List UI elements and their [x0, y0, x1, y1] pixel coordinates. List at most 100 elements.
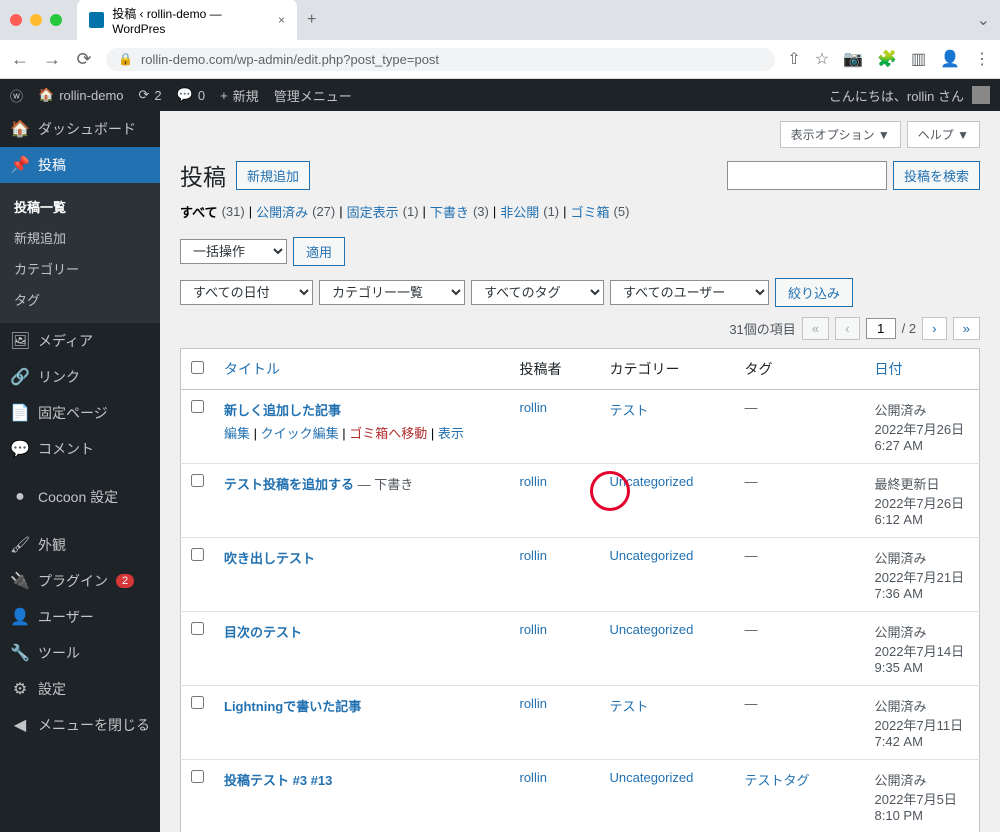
extensions-icon[interactable]: 🧩 — [877, 49, 897, 69]
new-tab-button[interactable]: + — [307, 11, 316, 29]
post-title-link[interactable]: 新しく追加した記事 — [224, 403, 341, 418]
first-page-button[interactable]: « — [802, 317, 829, 340]
sidebar-collapse[interactable]: ◀メニューを閉じる — [0, 707, 160, 743]
category-link[interactable]: テスト — [610, 403, 649, 418]
current-page-input[interactable] — [866, 318, 896, 339]
author-link[interactable]: rollin — [520, 400, 547, 415]
sidebar-item-users[interactable]: 👤ユーザー — [0, 599, 160, 635]
prev-page-button[interactable]: ‹ — [835, 317, 859, 340]
bulk-action-select[interactable]: 一括操作 — [180, 239, 287, 264]
site-link[interactable]: 🏠 rollin-demo — [38, 87, 124, 103]
sidebar-item-appearance[interactable]: 🖌外観 — [0, 527, 160, 563]
row-checkbox[interactable] — [191, 622, 204, 635]
row-checkbox[interactable] — [191, 696, 204, 709]
column-date[interactable]: 日付 — [865, 349, 980, 390]
sidebar-item-comments[interactable]: 💬コメント — [0, 431, 160, 467]
post-title-link[interactable]: Lightningで書いた記事 — [224, 699, 361, 714]
reload-button[interactable]: ⟳ — [74, 49, 94, 70]
panel-icon[interactable]: ▥ — [911, 49, 926, 69]
next-page-button[interactable]: › — [922, 317, 946, 340]
author-link[interactable]: rollin — [520, 770, 547, 785]
table-row: 新しく追加した記事編集 | クイック編集 | ゴミ箱へ移動 | 表示rollin… — [181, 390, 980, 464]
updates-link[interactable]: ⟳ 2 — [139, 87, 162, 103]
sidebar-sub-posts-list[interactable]: 投稿一覧 — [0, 191, 160, 222]
star-icon[interactable]: ☆ — [815, 49, 829, 69]
post-title-link[interactable]: 目次のテスト — [224, 625, 302, 640]
post-title-link[interactable]: 投稿テスト #3 #13 — [224, 773, 332, 788]
row-checkbox[interactable] — [191, 548, 204, 561]
sidebar-item-plugins[interactable]: 🔌プラグイン 2 — [0, 563, 160, 599]
forward-button[interactable]: → — [42, 49, 62, 70]
tabs-dropdown-icon[interactable]: ⌄ — [977, 10, 990, 30]
search-button[interactable]: 投稿を検索 — [893, 161, 980, 190]
wp-logo-icon[interactable]: ⓦ — [10, 86, 23, 105]
new-content-link[interactable]: + 新規 — [220, 86, 259, 105]
close-tab-icon[interactable]: × — [278, 13, 285, 27]
row-checkbox[interactable] — [191, 474, 204, 487]
back-button[interactable]: ← — [10, 49, 30, 70]
category-link[interactable]: Uncategorized — [610, 548, 694, 563]
profile-icon[interactable]: 👤 — [940, 49, 960, 69]
maximize-window-button[interactable] — [50, 14, 62, 26]
author-link[interactable]: rollin — [520, 696, 547, 711]
close-window-button[interactable] — [10, 14, 22, 26]
select-all-checkbox[interactable] — [191, 361, 204, 374]
filter-draft[interactable]: 下書き — [430, 202, 469, 221]
sidebar-sub-categories[interactable]: カテゴリー — [0, 253, 160, 284]
sidebar-item-dashboard[interactable]: 🏠ダッシュボード — [0, 111, 160, 147]
category-link[interactable]: Uncategorized — [610, 622, 694, 637]
tag-filter-select[interactable]: すべてのタグ — [471, 280, 604, 305]
category-link[interactable]: Uncategorized — [610, 474, 694, 489]
filter-trash[interactable]: ゴミ箱 — [571, 202, 610, 221]
apply-button[interactable]: 適用 — [293, 237, 345, 266]
filter-published[interactable]: 公開済み — [256, 202, 308, 221]
category-filter-select[interactable]: カテゴリー一覧 — [319, 280, 465, 305]
screen-options-button[interactable]: 表示オプション ▼ — [780, 121, 901, 148]
sidebar-item-cocoon[interactable]: ●Cocoon 設定 — [0, 479, 160, 515]
filter-private[interactable]: 非公開 — [500, 202, 539, 221]
quick-edit-link[interactable]: クイック編集 — [261, 426, 339, 441]
sidebar-item-tools[interactable]: 🔧ツール — [0, 635, 160, 671]
sidebar-item-links[interactable]: 🔗リンク — [0, 359, 160, 395]
view-link[interactable]: 表示 — [438, 426, 464, 441]
last-page-button[interactable]: » — [953, 317, 980, 340]
date-filter-select[interactable]: すべての日付 — [180, 280, 313, 305]
tag-link[interactable]: テストタグ — [745, 773, 810, 788]
author-link[interactable]: rollin — [520, 548, 547, 563]
post-title-link[interactable]: テスト投稿を追加する — [224, 477, 354, 492]
column-title[interactable]: タイトル — [214, 349, 510, 390]
camera-icon[interactable]: 📷 — [843, 49, 863, 69]
sidebar-item-pages[interactable]: 📄固定ページ — [0, 395, 160, 431]
sidebar-item-settings[interactable]: ⚙設定 — [0, 671, 160, 707]
browser-tab[interactable]: 投稿 ‹ rollin-demo — WordPres × — [77, 0, 297, 42]
filter-all[interactable]: すべて — [180, 202, 218, 221]
add-new-button[interactable]: 新規追加 — [236, 161, 310, 190]
greeting-text[interactable]: こんにちは、rollin さん — [829, 86, 964, 105]
sidebar-item-posts[interactable]: 📌投稿 — [0, 147, 160, 183]
row-checkbox[interactable] — [191, 400, 204, 413]
filter-sticky[interactable]: 固定表示 — [347, 202, 399, 221]
sidebar-sub-posts-add[interactable]: 新規追加 — [0, 222, 160, 253]
avatar-icon[interactable] — [972, 86, 990, 104]
category-link[interactable]: テスト — [610, 699, 649, 714]
table-row: 投稿テスト #3 #13rollinUncategorizedテストタグ公開済み… — [181, 760, 980, 832]
edit-link[interactable]: 編集 — [224, 426, 250, 441]
help-button[interactable]: ヘルプ ▼ — [907, 121, 980, 148]
search-input[interactable] — [727, 161, 887, 190]
category-link[interactable]: Uncategorized — [610, 770, 694, 785]
author-link[interactable]: rollin — [520, 622, 547, 637]
admin-menu-link[interactable]: 管理メニュー — [274, 86, 352, 105]
address-bar[interactable]: 🔒 rollin-demo.com/wp-admin/edit.php?post… — [106, 48, 775, 71]
sidebar-sub-tags[interactable]: タグ — [0, 284, 160, 315]
user-filter-select[interactable]: すべてのユーザー — [610, 280, 769, 305]
post-title-link[interactable]: 吹き出しテスト — [224, 551, 315, 566]
share-icon[interactable]: ⇧ — [787, 49, 800, 69]
minimize-window-button[interactable] — [30, 14, 42, 26]
sidebar-item-media[interactable]: 🖼メディア — [0, 323, 160, 359]
trash-link[interactable]: ゴミ箱へ移動 — [349, 426, 427, 441]
author-link[interactable]: rollin — [520, 474, 547, 489]
menu-icon[interactable]: ⋮ — [974, 49, 990, 69]
filter-button[interactable]: 絞り込み — [775, 278, 853, 307]
comments-link[interactable]: 💬 0 — [177, 87, 205, 103]
row-checkbox[interactable] — [191, 770, 204, 783]
